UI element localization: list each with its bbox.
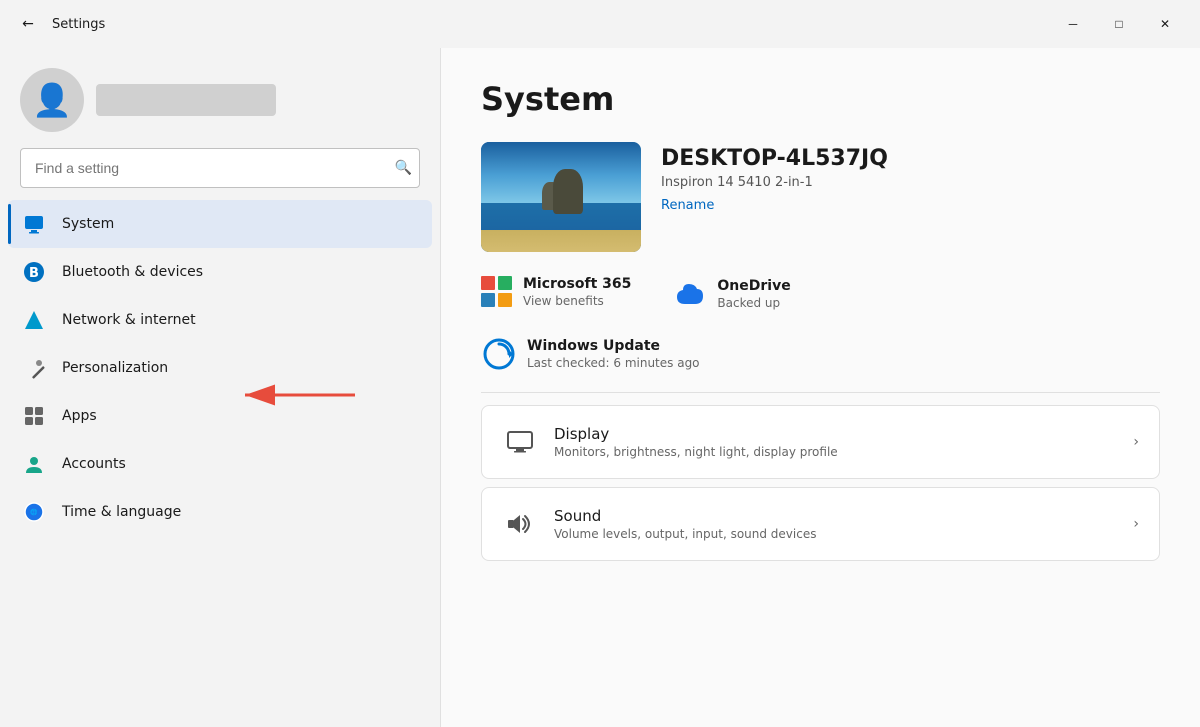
windows-update-text: Windows Update Last checked: 6 minutes a…	[527, 338, 700, 370]
sidebar-item-label-apps: Apps	[62, 408, 97, 424]
ms365-item[interactable]: Microsoft 365 View benefits	[481, 276, 631, 308]
device-info: DESKTOP-4L537JQ Inspiron 14 5410 2-in-1 …	[661, 142, 888, 213]
onedrive-icon	[671, 276, 707, 312]
search-input[interactable]	[20, 148, 420, 188]
display-chevron: ›	[1133, 434, 1139, 450]
ms365-title: Microsoft 365	[523, 276, 631, 292]
titlebar: ← Settings ─ □ ✕	[0, 0, 1200, 48]
user-icon: 👤	[32, 81, 72, 119]
ms365-text: Microsoft 365 View benefits	[523, 276, 631, 308]
network-icon	[20, 306, 48, 334]
display-card-text: Display Monitors, brightness, night ligh…	[554, 425, 1117, 459]
apps-icon	[20, 402, 48, 430]
page-title: System	[481, 80, 1160, 118]
sidebar-item-accounts[interactable]: Accounts	[8, 440, 432, 488]
sidebar-item-label-time: Time & language	[62, 504, 181, 520]
sidebar-item-label-personalization: Personalization	[62, 360, 168, 376]
back-button[interactable]: ←	[12, 8, 44, 40]
window-title: Settings	[52, 17, 105, 32]
sidebar-item-bluetooth[interactable]: B Bluetooth & devices	[8, 248, 432, 296]
onedrive-text: OneDrive Backed up	[717, 278, 790, 310]
display-sub: Monitors, brightness, night light, displ…	[554, 445, 1117, 459]
windows-update-sub: Last checked: 6 minutes ago	[527, 356, 700, 370]
sound-title: Sound	[554, 507, 1117, 525]
svg-text:🌐: 🌐	[30, 508, 38, 516]
windows-update-item: Windows Update Last checked: 6 minutes a…	[481, 336, 700, 372]
rename-link[interactable]: Rename	[661, 198, 888, 213]
quick-info-row: Microsoft 365 View benefits OneDrive	[481, 276, 1160, 312]
personalization-icon	[20, 354, 48, 382]
svg-text:B: B	[29, 266, 39, 281]
device-name: DESKTOP-4L537JQ	[661, 146, 888, 171]
sidebar-item-personalization[interactable]: Personalization	[8, 344, 432, 392]
sound-chevron: ›	[1133, 516, 1139, 532]
close-button[interactable]: ✕	[1142, 8, 1188, 40]
sidebar-item-time[interactable]: 🌐 Time & language	[8, 488, 432, 536]
sidebar-item-apps[interactable]: Apps	[8, 392, 432, 440]
minimize-button[interactable]: ─	[1050, 8, 1096, 40]
sidebar: 👤 🔍	[0, 48, 440, 727]
username-placeholder	[96, 84, 276, 116]
divider	[481, 392, 1160, 393]
sidebar-item-label-accounts: Accounts	[62, 456, 126, 472]
device-model: Inspiron 14 5410 2-in-1	[661, 175, 888, 190]
windows-update-row[interactable]: Windows Update Last checked: 6 minutes a…	[481, 336, 1160, 372]
maximize-button[interactable]: □	[1096, 8, 1142, 40]
search-box: 🔍	[20, 148, 420, 188]
sidebar-item-label-bluetooth: Bluetooth & devices	[62, 264, 203, 280]
bluetooth-icon: B	[20, 258, 48, 286]
avatar: 👤	[20, 68, 84, 132]
ms365-sub: View benefits	[523, 294, 631, 308]
main-content: System DESKTOP-4L537JQ Inspiron 14 5410 …	[440, 48, 1200, 727]
display-icon	[502, 424, 538, 460]
device-image	[481, 142, 641, 252]
windows-update-title: Windows Update	[527, 338, 700, 354]
device-card: DESKTOP-4L537JQ Inspiron 14 5410 2-in-1 …	[481, 142, 1160, 252]
sidebar-item-label-system: System	[62, 216, 114, 232]
sidebar-item-label-network: Network & internet	[62, 312, 196, 328]
search-icon[interactable]: 🔍	[395, 160, 412, 176]
onedrive-item[interactable]: OneDrive Backed up	[671, 276, 790, 312]
sound-card[interactable]: Sound Volume levels, output, input, soun…	[481, 487, 1160, 561]
sidebar-item-system[interactable]: System	[8, 200, 432, 248]
ms365-icon	[481, 276, 513, 308]
sound-icon	[502, 506, 538, 542]
system-icon	[20, 210, 48, 238]
display-title: Display	[554, 425, 1117, 443]
nav-list: System B Bluetooth & devices	[0, 200, 440, 727]
sound-card-text: Sound Volume levels, output, input, soun…	[554, 507, 1117, 541]
user-section: 👤	[0, 48, 440, 148]
accounts-icon	[20, 450, 48, 478]
time-icon: 🌐	[20, 498, 48, 526]
window-controls: ─ □ ✕	[1050, 8, 1188, 40]
display-card[interactable]: Display Monitors, brightness, night ligh…	[481, 405, 1160, 479]
onedrive-title: OneDrive	[717, 278, 790, 294]
sidebar-item-network[interactable]: Network & internet	[8, 296, 432, 344]
sound-sub: Volume levels, output, input, sound devi…	[554, 527, 1117, 541]
windows-update-icon	[481, 336, 517, 372]
onedrive-sub: Backed up	[717, 296, 790, 310]
